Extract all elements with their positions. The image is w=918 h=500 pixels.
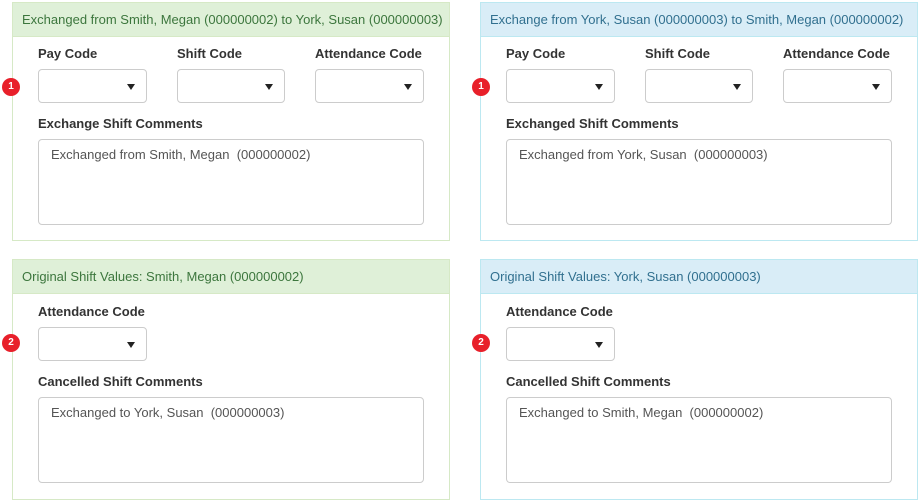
attendance-code-label: Attendance Code <box>38 304 145 319</box>
caret-down-icon <box>404 84 412 90</box>
step-badge: 1 <box>2 78 20 96</box>
panel-header: Original Shift Values: Smith, Megan (000… <box>13 260 449 294</box>
caret-down-icon <box>595 84 603 90</box>
comments-label: Exchanged Shift Comments <box>506 116 679 131</box>
attendance-code-label: Attendance Code <box>506 304 613 319</box>
exchanged-shift-comments-textarea[interactable]: Exchanged from York, Susan (000000003) <box>506 139 892 225</box>
cancelled-shift-comments-textarea[interactable]: Exchanged to Smith, Megan (000000002) <box>506 397 892 483</box>
caret-down-icon <box>595 342 603 348</box>
cancelled-shift-comments-textarea[interactable]: Exchanged to York, Susan (000000003) <box>38 397 424 483</box>
attendance-code-select[interactable] <box>783 69 892 103</box>
panel-header: Exchange from York, Susan (000000003) to… <box>481 3 917 37</box>
attendance-code-select[interactable] <box>315 69 424 103</box>
panel-header: Exchanged from Smith, Megan (000000002) … <box>13 3 449 37</box>
caret-down-icon <box>872 84 880 90</box>
caret-down-icon <box>127 84 135 90</box>
shift-code-select[interactable] <box>177 69 285 103</box>
pay-code-label: Pay Code <box>38 46 98 61</box>
attendance-code-label: Attendance Code <box>783 46 890 61</box>
comments-label: Cancelled Shift Comments <box>506 374 671 389</box>
step-badge: 1 <box>472 78 490 96</box>
exchange-shift-comments-textarea[interactable]: Exchanged from Smith, Megan (000000002) <box>38 139 424 225</box>
shift-code-label: Shift Code <box>645 46 710 61</box>
attendance-code-label: Attendance Code <box>315 46 422 61</box>
shift-code-label: Shift Code <box>177 46 242 61</box>
step-badge: 2 <box>2 334 20 352</box>
attendance-code-select[interactable] <box>38 327 147 361</box>
pay-code-label: Pay Code <box>506 46 566 61</box>
pay-code-select[interactable] <box>38 69 147 103</box>
pay-code-select[interactable] <box>506 69 615 103</box>
caret-down-icon <box>265 84 273 90</box>
step-badge: 2 <box>472 334 490 352</box>
attendance-code-select[interactable] <box>506 327 615 361</box>
caret-down-icon <box>733 84 741 90</box>
caret-down-icon <box>127 342 135 348</box>
comments-label: Cancelled Shift Comments <box>38 374 203 389</box>
panel-header: Original Shift Values: York, Susan (0000… <box>481 260 917 294</box>
shift-code-select[interactable] <box>645 69 753 103</box>
comments-label: Exchange Shift Comments <box>38 116 203 131</box>
